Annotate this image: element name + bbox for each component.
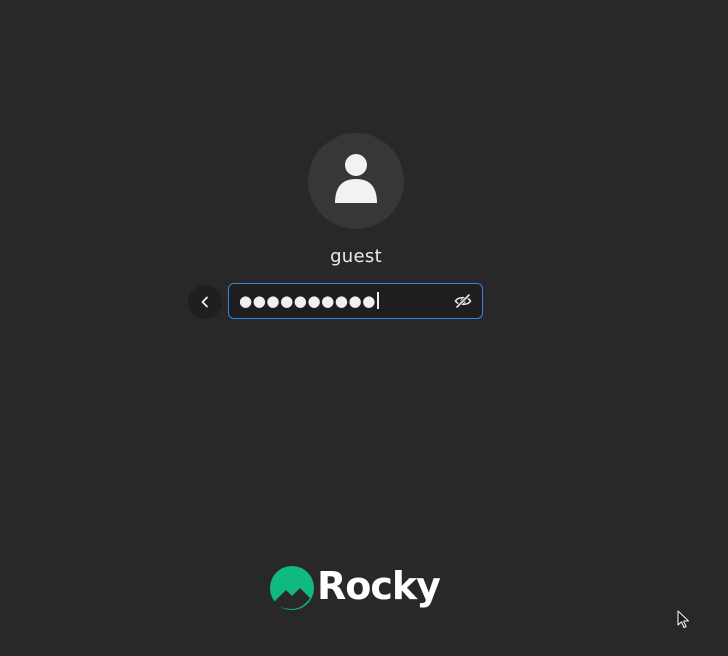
back-button[interactable] bbox=[188, 285, 222, 319]
text-caret bbox=[376, 292, 379, 309]
mouse-pointer-icon bbox=[677, 610, 690, 629]
password-input[interactable]: ●●●●●●●●●● bbox=[228, 283, 483, 319]
eye-slash-icon[interactable] bbox=[454, 293, 472, 309]
password-mask-text: ●●●●●●●●●● bbox=[239, 291, 379, 311]
chevron-left-icon bbox=[201, 296, 208, 308]
user-avatar bbox=[308, 133, 404, 229]
rocky-mountain-icon bbox=[270, 566, 314, 610]
user-silhouette-icon bbox=[335, 154, 377, 203]
rocky-logo: Rocky bbox=[270, 564, 446, 612]
username-label: guest bbox=[330, 246, 382, 267]
logo-wordmark: Rocky bbox=[317, 564, 441, 608]
login-screen: guest ●●●●●●●●●● Rocky bbox=[0, 0, 728, 656]
